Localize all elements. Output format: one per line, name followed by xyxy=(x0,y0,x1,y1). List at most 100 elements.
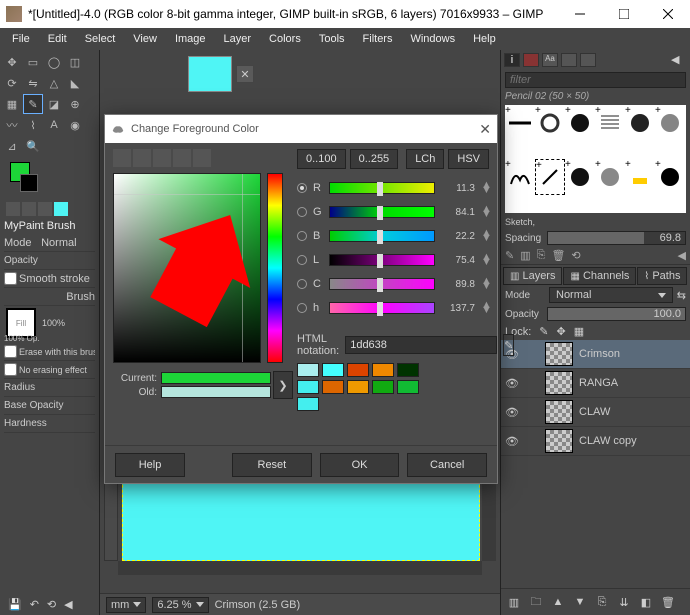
revert-icon[interactable]: ↶ xyxy=(30,598,39,611)
tab-icon[interactable] xyxy=(6,202,20,216)
tool-zoom[interactable]: 🔍 xyxy=(23,136,43,156)
canvas[interactable] xyxy=(122,475,480,561)
tab-layers[interactable]: ▥ Layers xyxy=(503,267,562,285)
brush-filter-input[interactable] xyxy=(505,72,686,88)
tool-rotate[interactable]: ⟳ xyxy=(2,73,22,93)
channel-slider-L[interactable] xyxy=(329,254,435,266)
tab-icon[interactable] xyxy=(22,202,36,216)
tab-icon[interactable] xyxy=(54,202,68,216)
brush-grid[interactable]: + + + + + + + + + + + + xyxy=(505,105,686,213)
edit-brush-icon[interactable]: ✎ xyxy=(505,249,514,262)
layer-row[interactable]: 👁 RANGA xyxy=(501,369,690,398)
menu-colors[interactable]: Colors xyxy=(261,31,309,47)
merge-layer-icon[interactable]: ⇊ xyxy=(615,593,633,611)
menu-layer[interactable]: Layer xyxy=(216,31,260,47)
tool-path[interactable]: ⌇ xyxy=(23,115,43,135)
colortab-icon[interactable] xyxy=(113,149,131,167)
add-to-history-button[interactable]: ❯ xyxy=(273,371,293,399)
help-button[interactable]: Help xyxy=(115,453,185,477)
spacing-slider[interactable]: 69.8 xyxy=(547,231,686,245)
colortab-icon[interactable] xyxy=(173,149,191,167)
menu-filters[interactable]: Filters xyxy=(355,31,401,47)
image-tab-thumb[interactable] xyxy=(188,56,232,92)
channel-radio-h[interactable] xyxy=(297,303,307,313)
color-picker-icon[interactable]: ✎ xyxy=(503,334,514,356)
tool-cage[interactable]: △ xyxy=(44,73,64,93)
dock-tab-icon[interactable] xyxy=(561,53,577,67)
history-swatch[interactable] xyxy=(322,363,344,377)
history-swatch[interactable] xyxy=(397,363,419,377)
tool-crop[interactable]: ◫ xyxy=(65,52,85,72)
channel-radio-R[interactable] xyxy=(297,183,307,193)
hue-slider[interactable] xyxy=(267,173,283,363)
menu-help[interactable]: Help xyxy=(465,31,504,47)
history-swatch[interactable] xyxy=(297,380,319,394)
reset-button[interactable]: Reset xyxy=(232,453,312,477)
history-swatch[interactable] xyxy=(347,380,369,394)
left-icon[interactable]: ◀ xyxy=(64,598,72,611)
lch-button[interactable]: LCh xyxy=(406,149,444,169)
colortab-icon[interactable] xyxy=(193,149,211,167)
dock-menu-icon[interactable]: ◀ xyxy=(671,53,687,67)
channel-slider-h[interactable] xyxy=(329,302,435,314)
mode-flip-icon[interactable]: ⇆ xyxy=(677,289,686,302)
channel-slider-R[interactable] xyxy=(329,182,435,194)
del-brush-icon[interactable]: 🗑 xyxy=(551,249,565,262)
tool-move[interactable]: ✥ xyxy=(2,52,22,72)
layer-row[interactable]: 👁Crimson xyxy=(501,340,690,369)
new-brush-icon[interactable]: ▥ xyxy=(520,249,530,262)
layer-name[interactable]: RANGA xyxy=(579,377,618,389)
channel-slider-B[interactable] xyxy=(329,230,435,242)
channel-spinner[interactable]: ▲▼ xyxy=(481,279,489,289)
visibility-icon[interactable]: 👁 xyxy=(505,435,519,448)
visibility-icon[interactable]: 👁 xyxy=(505,406,519,419)
lock-alpha-icon[interactable]: ▦ xyxy=(574,325,584,338)
tool-lasso[interactable]: ◯ xyxy=(44,52,64,72)
dialog-titlebar[interactable]: Change Foreground Color ✕ xyxy=(105,115,497,143)
color-field[interactable] xyxy=(113,173,261,363)
tool-eraser[interactable]: ◪ xyxy=(44,94,64,114)
close-tab-button[interactable]: ✕ xyxy=(236,65,254,83)
scrollbar-horizontal[interactable] xyxy=(118,561,482,575)
tool-text[interactable]: A xyxy=(44,115,64,135)
mask-layer-icon[interactable]: ◧ xyxy=(637,593,655,611)
menu-view[interactable]: View xyxy=(125,31,165,47)
maximize-button[interactable] xyxy=(602,0,646,28)
visibility-icon[interactable]: 👁 xyxy=(505,377,519,390)
refresh-brush-icon[interactable]: ⟲ xyxy=(571,249,580,262)
tab-channels[interactable]: ▦Channels xyxy=(563,267,636,285)
layer-name[interactable]: CLAW xyxy=(579,406,610,418)
colortab-icon[interactable] xyxy=(153,149,171,167)
channel-spinner[interactable]: ▲▼ xyxy=(481,255,489,265)
channel-radio-C[interactable] xyxy=(297,279,307,289)
layer-group-icon[interactable]: 🗀 xyxy=(527,593,545,611)
layer-row[interactable]: 👁 CLAW copy xyxy=(501,427,690,456)
tool-clone[interactable]: ⊕ xyxy=(65,94,85,114)
menu-image[interactable]: Image xyxy=(167,31,214,47)
history-swatch[interactable] xyxy=(297,397,319,411)
menu-windows[interactable]: Windows xyxy=(402,31,463,47)
history-swatch[interactable] xyxy=(297,363,319,377)
channel-slider-G[interactable] xyxy=(329,206,435,218)
background-color[interactable] xyxy=(20,174,38,192)
dock-tab-icon[interactable]: i xyxy=(504,53,520,67)
channel-spinner[interactable]: ▲▼ xyxy=(481,303,489,313)
layer-name[interactable]: CLAW copy xyxy=(579,435,637,447)
channel-spinner[interactable]: ▲▼ xyxy=(481,183,489,193)
tool-gradient[interactable]: ▦ xyxy=(2,94,22,114)
fg-bg-colors[interactable] xyxy=(6,162,99,198)
tool-measure[interactable]: ⊿ xyxy=(2,136,22,156)
history-swatch[interactable] xyxy=(397,380,419,394)
minimize-button[interactable] xyxy=(558,0,602,28)
unit-dropdown[interactable]: mm xyxy=(106,597,146,613)
tool-flip[interactable]: ⇋ xyxy=(23,73,43,93)
dup-brush-icon[interactable]: ⎘ xyxy=(537,249,546,262)
menu-tools[interactable]: Tools xyxy=(311,31,353,47)
layer-row[interactable]: 👁 CLAW xyxy=(501,398,690,427)
channel-spinner[interactable]: ▲▼ xyxy=(481,231,489,241)
save-icon[interactable]: 💾 xyxy=(8,598,22,611)
channel-radio-L[interactable] xyxy=(297,255,307,265)
layer-name[interactable]: Crimson xyxy=(579,348,620,360)
history-swatch[interactable] xyxy=(322,380,344,394)
colortab-icon[interactable] xyxy=(133,149,151,167)
